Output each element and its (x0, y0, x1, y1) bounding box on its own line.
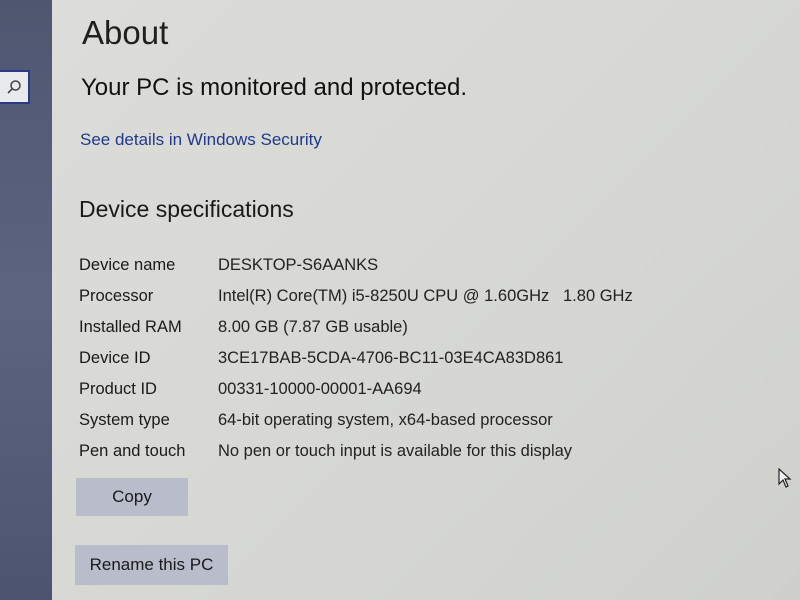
spec-label: Pen and touch (79, 442, 186, 460)
spec-label: Device ID (79, 349, 151, 367)
security-status: Your PC is monitored and protected. (81, 74, 468, 101)
spec-row-pen-and-touch: Pen and touch No pen or touch input is a… (79, 436, 633, 467)
spec-value: Intel(R) Core(TM) i5-8250U CPU @ 1.60GHz… (218, 287, 633, 305)
spec-label: Processor (79, 287, 154, 305)
windows-security-link[interactable]: See details in Windows Security (80, 130, 322, 150)
spec-row-product-id: Product ID 00331-10000-00001-AA694 (79, 374, 633, 405)
device-specifications-list: Device name DESKTOP-S6AANKS Processor In… (79, 250, 633, 467)
spec-label: System type (79, 411, 170, 429)
spec-value: DESKTOP-S6AANKS (218, 256, 379, 274)
page-title: About (82, 14, 169, 51)
spec-row-system-type: System type 64-bit operating system, x64… (79, 405, 633, 436)
spec-row-installed-ram: Installed RAM 8.00 GB (7.87 GB usable) (79, 312, 633, 343)
search-button[interactable] (0, 70, 30, 104)
spec-row-device-id: Device ID 3CE17BAB-5CDA-4706-BC11-03E4CA… (79, 343, 633, 374)
spec-value: 3CE17BAB-5CDA-4706-BC11-03E4CA83D861 (218, 349, 564, 367)
sidebar (0, 0, 52, 600)
about-page: About Your PC is monitored and protected… (52, 0, 800, 600)
spec-value: No pen or touch input is available for t… (218, 442, 573, 460)
spec-label: Device name (79, 256, 176, 274)
spec-row-device-name: Device name DESKTOP-S6AANKS (79, 250, 633, 281)
mouse-pointer-icon (778, 468, 792, 488)
copy-button[interactable]: Copy (76, 478, 188, 516)
search-icon (7, 80, 21, 94)
spec-row-processor: Processor Intel(R) Core(TM) i5-8250U CPU… (79, 281, 633, 312)
device-specifications-heading: Device specifications (79, 196, 294, 222)
spec-label: Installed RAM (79, 318, 182, 336)
rename-pc-button[interactable]: Rename this PC (75, 545, 228, 585)
spec-value: 8.00 GB (7.87 GB usable) (218, 318, 408, 336)
spec-value: 64-bit operating system, x64-based proce… (218, 411, 553, 429)
spec-value: 00331-10000-00001-AA694 (218, 380, 422, 398)
spec-label: Product ID (79, 380, 157, 398)
